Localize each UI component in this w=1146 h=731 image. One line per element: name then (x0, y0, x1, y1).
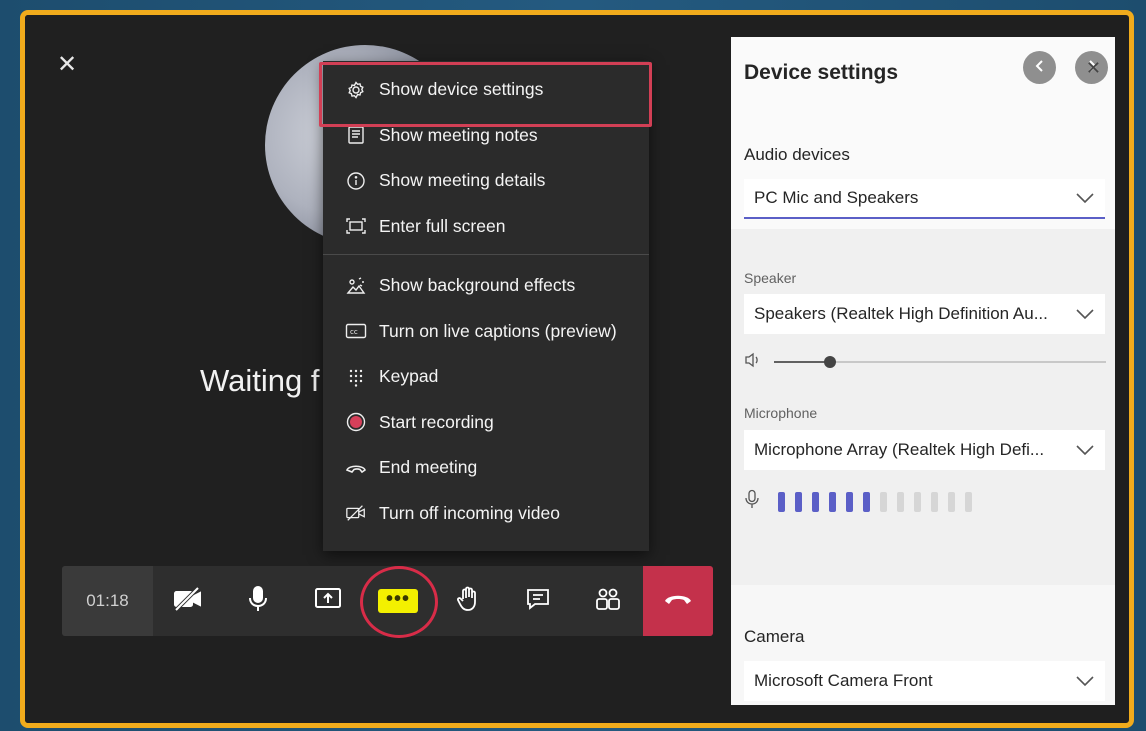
menu-item-keypad[interactable]: Keypad (323, 354, 649, 400)
microphone-level-icon (744, 489, 760, 514)
speaker-dropdown[interactable]: Speakers (Realtek High Definition Au... (744, 294, 1105, 334)
raise-hand-icon (456, 585, 480, 618)
more-options-button[interactable]: ••• (363, 566, 433, 636)
menu-item-show-device-settings[interactable]: Show device settings (323, 67, 649, 113)
mic-level-bar (914, 491, 921, 512)
speaker-volume-slider[interactable] (774, 356, 1106, 368)
mic-level-bar (863, 491, 870, 512)
menu-item-label: Show meeting details (379, 170, 546, 191)
audio-devices-label: Audio devices (744, 145, 850, 164)
camera-value: Microsoft Camera Front (754, 671, 933, 690)
menu-item-show-meeting-notes[interactable]: Show meeting notes (323, 113, 649, 159)
microphone-toggle-button[interactable] (223, 566, 293, 636)
captions-icon: cc (345, 320, 367, 342)
close-icon[interactable]: ✕ (57, 53, 77, 77)
menu-item-label: Turn on live captions (preview) (379, 320, 617, 341)
menu-divider (323, 254, 649, 255)
mic-level-bar (795, 491, 802, 512)
svg-text:cc: cc (350, 328, 358, 336)
raise-hand-button[interactable] (433, 566, 503, 636)
mic-level-bar (948, 491, 955, 512)
mic-level-bar (812, 491, 819, 512)
mic-level-bar (880, 491, 887, 512)
speaker-volume-icon (744, 352, 762, 373)
mic-level-bar (965, 491, 972, 512)
mic-level-bar (829, 491, 836, 512)
record-icon (345, 411, 367, 433)
panel-close-icon[interactable]: ✕ (1086, 58, 1101, 79)
menu-item-label: Keypad (379, 366, 439, 387)
camera-label: Camera (744, 627, 805, 646)
microphone-value: Microphone Array (Realtek High Defi... (754, 440, 1045, 459)
video-off-icon (345, 502, 367, 524)
participants-button[interactable] (573, 566, 643, 636)
mic-level-bar (778, 491, 785, 512)
camera-toggle-button[interactable] (153, 566, 223, 636)
mic-level-bar (897, 491, 904, 512)
info-icon (345, 170, 367, 192)
camera-off-icon (172, 586, 204, 617)
gear-icon (345, 79, 367, 101)
hang-up-icon (663, 591, 693, 612)
menu-item-turn-off-incoming-video[interactable]: Turn off incoming video (323, 491, 649, 537)
menu-item-enter-full-screen[interactable]: Enter full screen (323, 204, 649, 250)
chat-icon (525, 586, 551, 617)
notes-icon (345, 124, 367, 146)
teams-window: ✕ Waiting f Show device settings Show me… (20, 10, 1134, 728)
camera-dropdown[interactable]: Microsoft Camera Front (744, 661, 1105, 701)
call-toolbar: 01:18 ••• (62, 566, 713, 636)
menu-item-label: Show background effects (379, 275, 576, 296)
audio-devices-dropdown[interactable]: PC Mic and Speakers (744, 179, 1105, 219)
panel-title: Device settings (744, 61, 899, 84)
speaker-volume-thumb[interactable] (824, 356, 837, 368)
keypad-icon (345, 366, 367, 388)
menu-item-label: End meeting (379, 457, 478, 478)
speaker-label: Speaker (744, 270, 797, 286)
fullscreen-icon (345, 215, 367, 237)
menu-item-label: Show device settings (379, 79, 544, 100)
audio-devices-value: PC Mic and Speakers (754, 188, 919, 207)
end-meeting-icon (345, 457, 367, 479)
menu-item-start-recording[interactable]: Start recording (323, 400, 649, 446)
menu-item-end-meeting[interactable]: End meeting (323, 445, 649, 491)
more-options-icon: ••• (377, 589, 418, 613)
chat-button[interactable] (503, 566, 573, 636)
chevron-down-icon (1065, 308, 1105, 320)
microphone-icon (247, 585, 269, 618)
background-effects-icon (345, 275, 367, 297)
mic-level-row (744, 489, 982, 514)
speaker-volume-row (744, 352, 1106, 372)
menu-item-label: Turn off incoming video (379, 502, 560, 523)
device-settings-panel: Device settings ✕ Audio devices PC Mic a… (731, 37, 1115, 705)
hang-up-button[interactable] (643, 566, 713, 636)
share-screen-icon (314, 586, 342, 617)
chevron-down-icon (1065, 192, 1105, 204)
meeting-stage: ✕ Waiting f Show device settings Show me… (25, 15, 730, 723)
microphone-label: Microphone (744, 405, 818, 421)
menu-item-label: Start recording (379, 411, 494, 432)
call-timer: 01:18 (62, 566, 153, 636)
microphone-dropdown[interactable]: Microphone Array (Realtek High Defi... (744, 430, 1105, 470)
chevron-down-icon (1065, 444, 1105, 456)
mic-level-bar (931, 491, 938, 512)
participants-icon (594, 586, 622, 617)
menu-item-show-background-effects[interactable]: Show background effects (323, 263, 649, 309)
mic-level-bar (846, 491, 853, 512)
menu-item-label: Show meeting notes (379, 124, 538, 145)
menu-item-label: Enter full screen (379, 215, 506, 236)
back-button[interactable] (1023, 51, 1056, 84)
chevron-left-icon (1034, 57, 1046, 78)
speaker-volume-fill (774, 361, 831, 363)
waiting-text: Waiting f (200, 363, 320, 398)
menu-item-show-meeting-details[interactable]: Show meeting details (323, 158, 649, 204)
chevron-down-icon (1065, 675, 1105, 687)
more-options-menu: Show device settings Show meeting notes … (323, 61, 649, 551)
mic-level-meter (778, 491, 982, 512)
menu-item-turn-on-live-captions[interactable]: cc Turn on live captions (preview) (323, 309, 649, 355)
speaker-value: Speakers (Realtek High Definition Au... (754, 304, 1048, 323)
share-screen-button[interactable] (293, 566, 363, 636)
